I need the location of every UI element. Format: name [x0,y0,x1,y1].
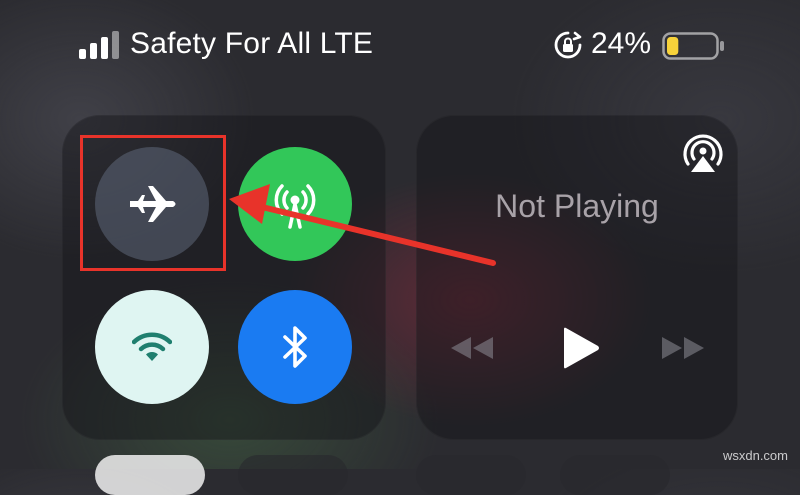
wifi-button[interactable] [95,290,209,404]
rotation-lock-icon [554,31,582,59]
bottom-tile[interactable] [238,455,348,495]
rewind-icon[interactable] [447,335,497,361]
bluetooth-button[interactable] [238,290,352,404]
bottom-tile[interactable] [560,455,670,495]
bottom-tile[interactable] [416,455,526,495]
status-bar: Safety For All LTE 24% [0,0,800,90]
battery-percentage: 24% [591,27,652,60]
bottom-tile[interactable] [95,455,205,495]
airplay-icon[interactable] [680,134,726,174]
highlight-box [80,135,226,271]
watermark: wsxdn.com [722,448,788,463]
antenna-icon [274,184,316,229]
carrier-label: Safety For All LTE [130,27,374,60]
cellular-signal-icon [79,31,119,59]
now-playing-status: Not Playing [495,188,659,224]
bluetooth-icon [283,326,307,368]
battery-icon [662,32,724,60]
fast-forward-icon[interactable] [658,335,708,361]
wifi-icon [132,332,172,361]
cellular-data-button[interactable] [238,147,352,261]
play-icon[interactable] [560,327,600,369]
